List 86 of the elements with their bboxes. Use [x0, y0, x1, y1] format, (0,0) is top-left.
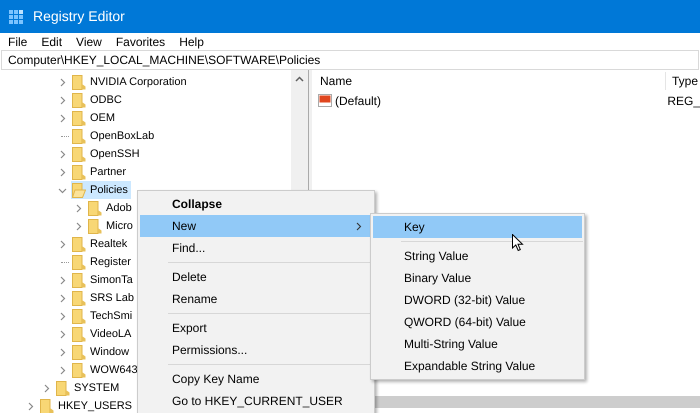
menu-option[interactable]: Find... [140, 237, 372, 259]
folder-icon [56, 380, 70, 396]
table-cell-text: (Default) [335, 93, 382, 110]
tree-item[interactable]: ODBC [71, 91, 125, 109]
menu-item[interactable]: Favorites [116, 32, 166, 50]
menu-option[interactable]: Copy Key Name [140, 368, 372, 390]
grid-icon [9, 9, 24, 24]
column-header[interactable]: Type [666, 72, 698, 90]
folder-icon [72, 182, 86, 198]
tree-item[interactable]: Adob [87, 199, 135, 217]
tree-item[interactable]: VideoLA [71, 325, 134, 343]
menu-option[interactable]: Rename [140, 288, 372, 310]
tree-item[interactable]: OEM [71, 109, 118, 127]
window-title: Registry Editor [33, 7, 125, 26]
folder-icon [72, 326, 86, 342]
table-cell-text: REG_ [666, 93, 700, 110]
chevron-right-icon[interactable] [58, 96, 66, 104]
chevron-right-icon[interactable] [58, 294, 66, 302]
folder-icon [72, 146, 86, 162]
folder-icon [72, 236, 86, 252]
chevron-right-icon[interactable] [58, 150, 66, 158]
chevron-right-icon[interactable] [58, 168, 66, 176]
folder-icon [72, 344, 86, 360]
menu-option[interactable]: DWORD (32-bit) Value [373, 289, 582, 311]
chevron-right-icon[interactable] [58, 276, 66, 284]
tree-item[interactable]: SYSTEM [55, 379, 122, 397]
folder-icon [72, 164, 86, 180]
tree-item[interactable]: SimonTa [71, 271, 136, 289]
menu-option[interactable]: Export [140, 317, 372, 339]
folder-icon [72, 254, 86, 270]
chevron-right-icon[interactable] [74, 204, 82, 212]
chevron-right-icon[interactable] [58, 114, 66, 122]
menu-option[interactable]: Go to HKEY_CURRENT_USER [140, 390, 372, 412]
folder-icon [72, 92, 86, 108]
menu-option[interactable]: Expandable String Value [373, 355, 582, 377]
menu-option[interactable]: Collapse [140, 193, 372, 215]
menu-item[interactable]: File [8, 32, 28, 50]
folder-icon [88, 200, 102, 216]
column-header[interactable]: Name [312, 72, 666, 90]
chevron-right-icon[interactable] [74, 222, 82, 230]
chevron-right-icon[interactable] [58, 78, 66, 86]
tree-item[interactable]: OpenBoxLab [71, 127, 158, 145]
tree-item[interactable]: SRS Lab [71, 289, 138, 307]
tree-item[interactable]: TechSmi [71, 307, 136, 325]
folder-icon [72, 290, 86, 306]
folder-icon [72, 362, 86, 378]
string-value-icon [318, 94, 333, 108]
menu-option[interactable]: String Value [373, 245, 582, 267]
tree-item[interactable]: NVIDIA Corporation [71, 73, 190, 91]
tree-item[interactable]: Realtek [71, 235, 130, 253]
chevron-right-icon[interactable] [58, 240, 66, 248]
folder-icon [72, 272, 86, 288]
tree-item[interactable]: Policies [71, 181, 131, 199]
address-field[interactable]: Computer\HKEY_LOCAL_MACHINE\SOFTWARE\Policies [1, 50, 699, 70]
chevron-up-icon[interactable] [295, 76, 304, 82]
chevron-down-icon[interactable] [58, 186, 66, 194]
tree-item[interactable]: Partner [71, 163, 130, 181]
chevron-right-icon[interactable] [58, 366, 66, 374]
tree-item[interactable]: Register [71, 253, 134, 271]
chevron-right-icon[interactable] [58, 330, 66, 338]
menu-option[interactable]: Permissions... [140, 339, 372, 361]
folder-icon [72, 74, 86, 90]
menu-option[interactable]: Binary Value [373, 267, 582, 289]
tree-item[interactable]: Window [71, 343, 132, 361]
chevron-right-icon[interactable] [42, 384, 50, 392]
tree-item[interactable]: WOW643 [71, 361, 141, 379]
menu-item[interactable]: Edit [41, 32, 62, 50]
tree-item[interactable]: OpenSSH [71, 145, 143, 163]
menu-option[interactable]: Delete [140, 266, 372, 288]
chevron-right-icon[interactable] [58, 312, 66, 320]
folder-icon [40, 398, 54, 413]
folder-icon [72, 110, 86, 126]
tree-item[interactable]: Micro [87, 217, 136, 235]
menu-option[interactable]: Key [373, 216, 582, 238]
tree-item[interactable]: HKEY_USERS [39, 397, 135, 413]
chevron-right-icon[interactable] [58, 348, 66, 356]
mouse-cursor-icon [512, 234, 524, 252]
folder-icon [72, 128, 86, 144]
menu-item[interactable]: Help [179, 32, 204, 50]
chevron-right-icon[interactable] [26, 402, 34, 410]
menu-option[interactable]: New [140, 215, 372, 237]
menu-item[interactable]: View [76, 32, 102, 50]
folder-icon [88, 218, 102, 234]
folder-icon [72, 308, 86, 324]
menu-option[interactable]: QWORD (64-bit) Value [373, 311, 582, 333]
menu-option[interactable]: Multi-String Value [373, 333, 582, 355]
